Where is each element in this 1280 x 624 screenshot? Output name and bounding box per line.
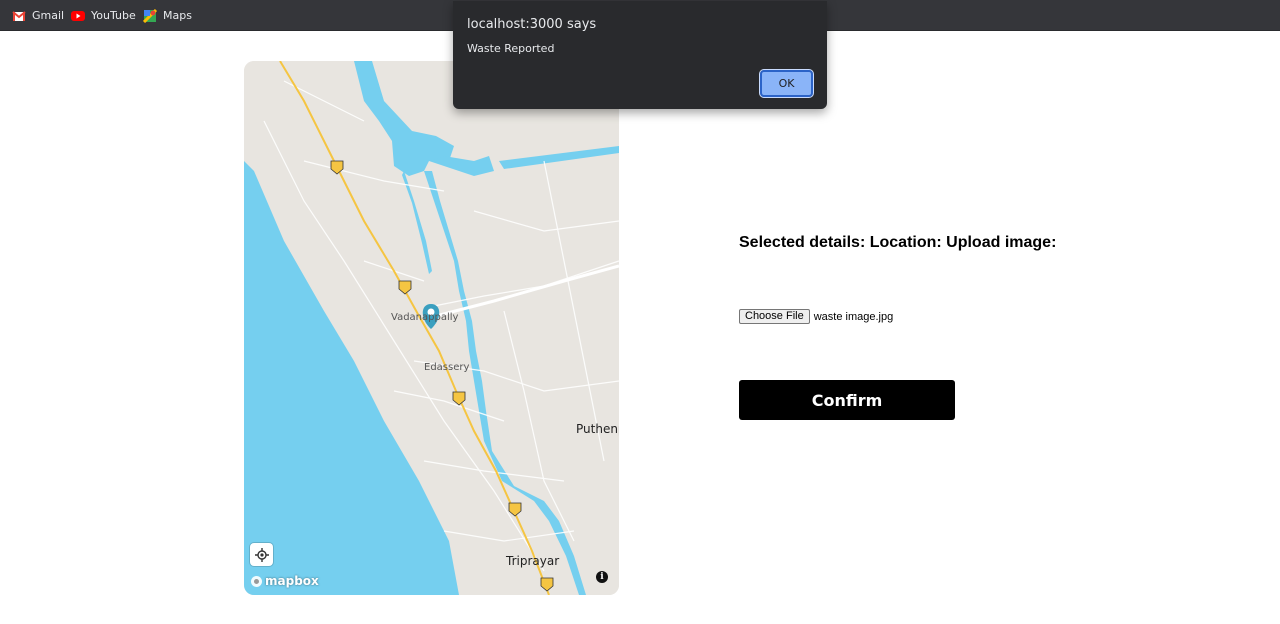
map-label: Vadanappally	[391, 312, 459, 323]
bookmark-label: YouTube	[91, 9, 136, 22]
dialog-message: Waste Reported	[467, 42, 555, 55]
bookmark-label: Gmail	[32, 9, 65, 22]
bookmark-label: Maps	[163, 9, 192, 22]
maps-icon	[142, 8, 158, 23]
mapbox-logo[interactable]: mapbox	[250, 574, 319, 588]
geolocate-button[interactable]	[250, 543, 273, 566]
map-label: Edassery	[424, 362, 470, 373]
alert-dialog: localhost:3000 says Waste Reported OK	[453, 1, 827, 109]
gmail-icon	[12, 9, 26, 23]
youtube-icon	[71, 9, 85, 23]
ok-button[interactable]: OK	[759, 69, 814, 98]
file-name: waste image.jpg	[813, 310, 894, 323]
map-label: Triprayar	[506, 554, 560, 568]
mapbox-wordmark: mapbox	[265, 574, 319, 588]
bookmark-gmail[interactable]: Gmail	[12, 7, 64, 24]
mapbox-icon	[251, 575, 262, 587]
bookmark-maps[interactable]: Maps	[142, 7, 192, 24]
attribution-info-button[interactable]: i	[596, 571, 608, 583]
selected-details-label: Selected details: Location: Upload image…	[739, 234, 1057, 251]
crosshair-icon	[254, 547, 269, 562]
confirm-button[interactable]: Confirm	[739, 380, 955, 420]
dialog-title: localhost:3000 says	[467, 17, 597, 32]
choose-file-button[interactable]: Choose File	[739, 309, 810, 324]
file-upload: Choose File waste image.jpg	[739, 309, 893, 324]
map-canvas	[244, 61, 619, 595]
map-view[interactable]: Vadanappally Edassery Puthenp Triprayar …	[244, 61, 619, 595]
bookmark-youtube[interactable]: YouTube	[71, 7, 136, 24]
map-label: Puthenp	[576, 422, 619, 436]
